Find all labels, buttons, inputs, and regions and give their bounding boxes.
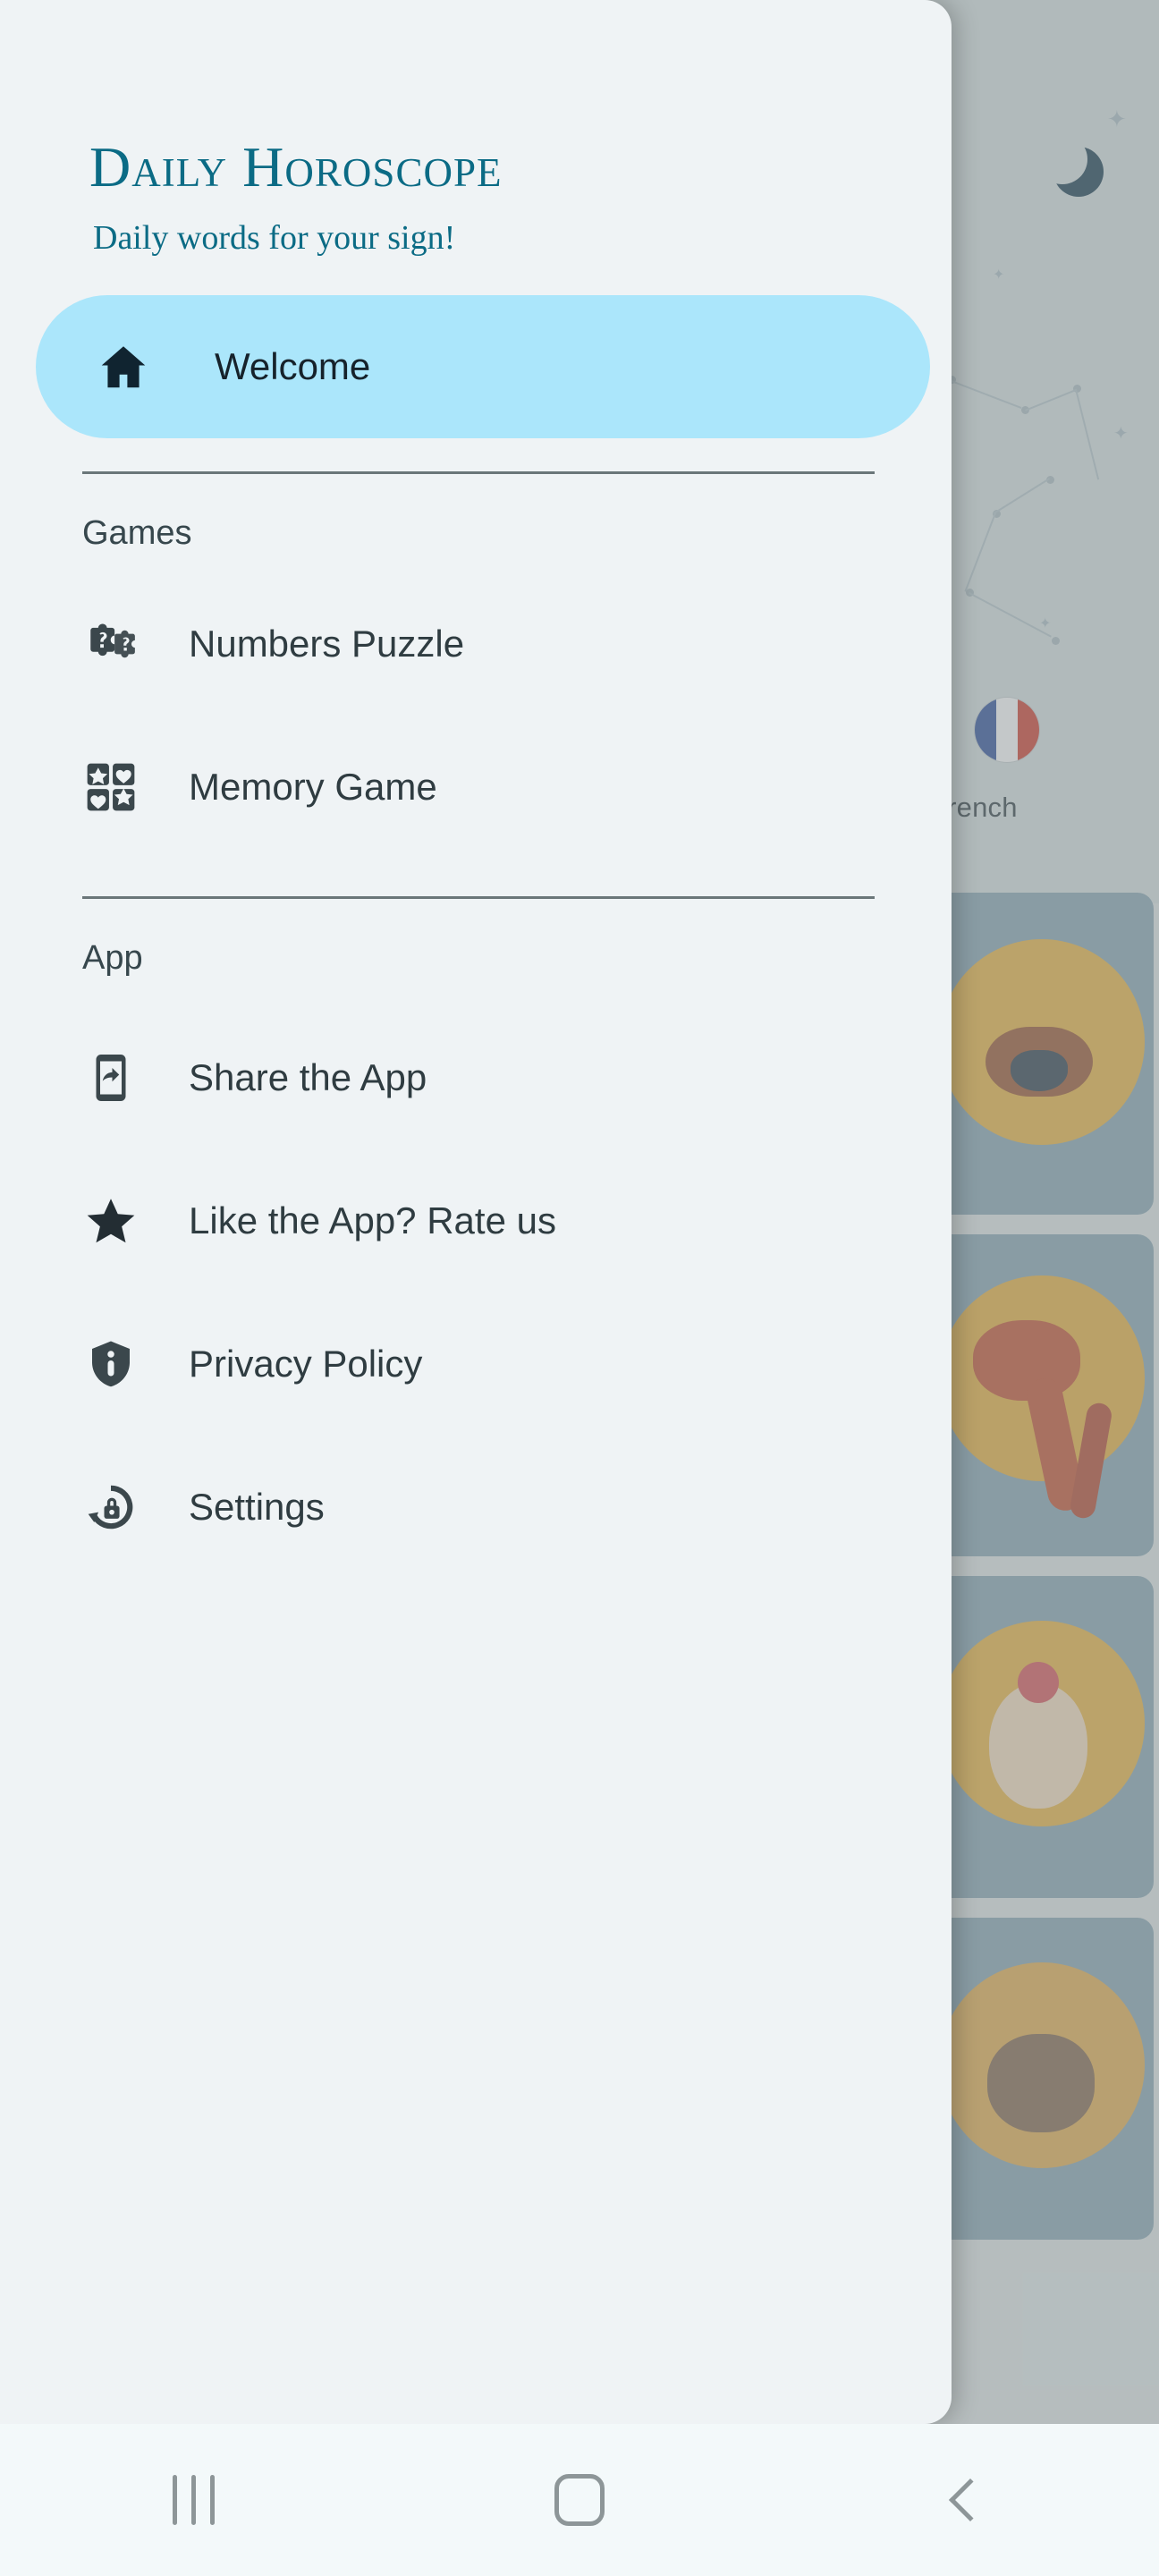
recents-button[interactable]	[0, 2424, 386, 2576]
back-button[interactable]	[773, 2424, 1159, 2576]
sidebar-item-label: Privacy Policy	[189, 1343, 423, 1385]
sidebar-item-label: Settings	[189, 1486, 325, 1528]
sidebar-item-label: Welcome	[215, 345, 371, 387]
chevron-left-icon	[948, 2478, 993, 2522]
sidebar-item-label: Numbers Puzzle	[189, 623, 465, 665]
sidebar-item-label: Memory Game	[189, 766, 437, 808]
home-button[interactable]	[386, 2424, 773, 2576]
sidebar-item-rate-us[interactable]: Like the App? Rate us	[0, 1171, 952, 1271]
sidebar-item-label: Share the App	[189, 1056, 427, 1098]
section-divider-app	[82, 896, 875, 899]
section-label-games: Games	[82, 514, 192, 552]
sidebar-item-share-the-app[interactable]: Share the App	[0, 1028, 952, 1128]
sidebar-item-numbers-puzzle[interactable]: Numbers Puzzle	[0, 594, 952, 694]
app-subtitle: Daily words for your sign!	[93, 219, 456, 257]
home-square-icon	[554, 2474, 605, 2526]
section-label-app: App	[82, 939, 143, 977]
section-divider-games	[82, 471, 875, 474]
star-icon	[82, 1192, 140, 1250]
recents-icon	[172, 2475, 215, 2525]
shield-info-icon	[82, 1335, 140, 1393]
home-icon	[94, 337, 153, 396]
app-title: Daily Horoscope	[89, 135, 503, 199]
share-phone-icon	[82, 1049, 140, 1106]
puzzle-question-icon	[82, 615, 140, 673]
sidebar-item-settings[interactable]: Settings	[0, 1457, 952, 1557]
sidebar-item-label: Like the App? Rate us	[189, 1199, 556, 1241]
privacy-lock-icon	[82, 1479, 140, 1536]
memory-cards-icon	[82, 758, 140, 816]
system-navigation-bar	[0, 2424, 1159, 2576]
sidebar-item-memory-game[interactable]: Memory Game	[0, 737, 952, 837]
sidebar-item-welcome[interactable]: Welcome	[36, 295, 930, 438]
sidebar-item-privacy-policy[interactable]: Privacy Policy	[0, 1314, 952, 1414]
navigation-drawer: Daily Horoscope Daily words for your sig…	[0, 0, 952, 2424]
